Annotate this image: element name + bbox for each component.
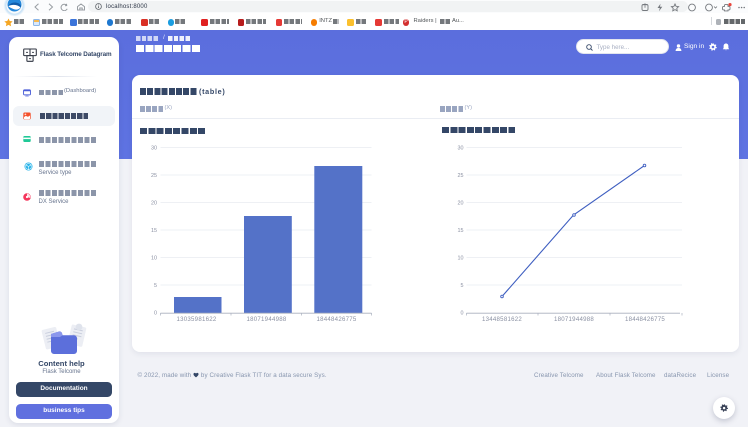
svg-text:5: 5: [154, 283, 157, 289]
svg-text:10: 10: [458, 256, 464, 262]
svg-text:18071944988: 18071944988: [246, 316, 286, 323]
svg-text:5: 5: [461, 283, 464, 289]
svg-text:20: 20: [151, 201, 157, 207]
svg-text:18071944988: 18071944988: [554, 316, 594, 323]
svg-text:10: 10: [151, 256, 157, 262]
svg-text:15: 15: [458, 228, 464, 234]
svg-text:30: 30: [151, 146, 157, 152]
svg-text:15: 15: [151, 228, 157, 234]
svg-text:30: 30: [458, 146, 464, 152]
svg-text:20: 20: [458, 201, 464, 207]
svg-text:25: 25: [458, 173, 464, 179]
svg-text:18448426775: 18448426775: [316, 316, 356, 323]
svg-text:0: 0: [154, 311, 157, 317]
svg-text:25: 25: [151, 173, 157, 179]
svg-text:13035981622: 13035981622: [176, 316, 216, 323]
svg-text:13448581622: 13448581622: [482, 316, 522, 323]
svg-text:0: 0: [461, 311, 464, 317]
svg-text:18448426775: 18448426775: [625, 316, 665, 323]
